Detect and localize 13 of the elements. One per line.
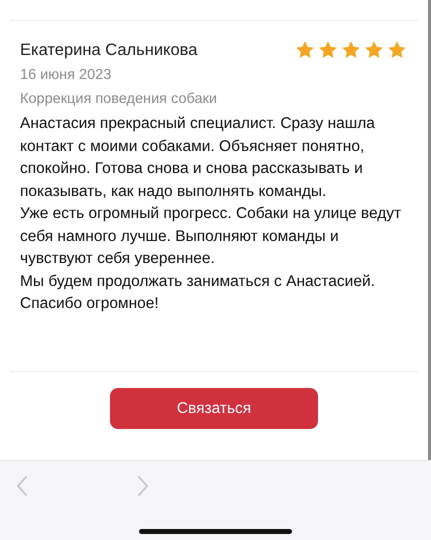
star-icon [386,39,408,61]
review-text: Уже есть огромный прогресс. Собаки на улице ведут себя намного лучше. Выполняют команды и чувствуют себя увереннее. [20,204,402,269]
review-date: 16 июня 2023 [20,67,112,83]
review-text: Мы будем продолжать заниматься с Анастасией. [20,272,376,292]
star-icon [294,39,316,61]
author-name: Екатерина Сальникова [20,40,198,60]
review-text: Спасибо огромное! [20,294,160,314]
star-icon [317,39,339,61]
service-name: Коррекция поведения собаки [20,91,218,107]
star-icon [340,39,362,61]
review-text: Анастасия прекрасный специалист. Сразу нашла контакт с моими собаками. Объясняет понятно, спокойно. Готова снова и снова рассказывать и показывать, как надо выполнять команды. [20,114,376,202]
star-icon [363,39,385,61]
contact-button[interactable]: Связаться [110,388,318,429]
